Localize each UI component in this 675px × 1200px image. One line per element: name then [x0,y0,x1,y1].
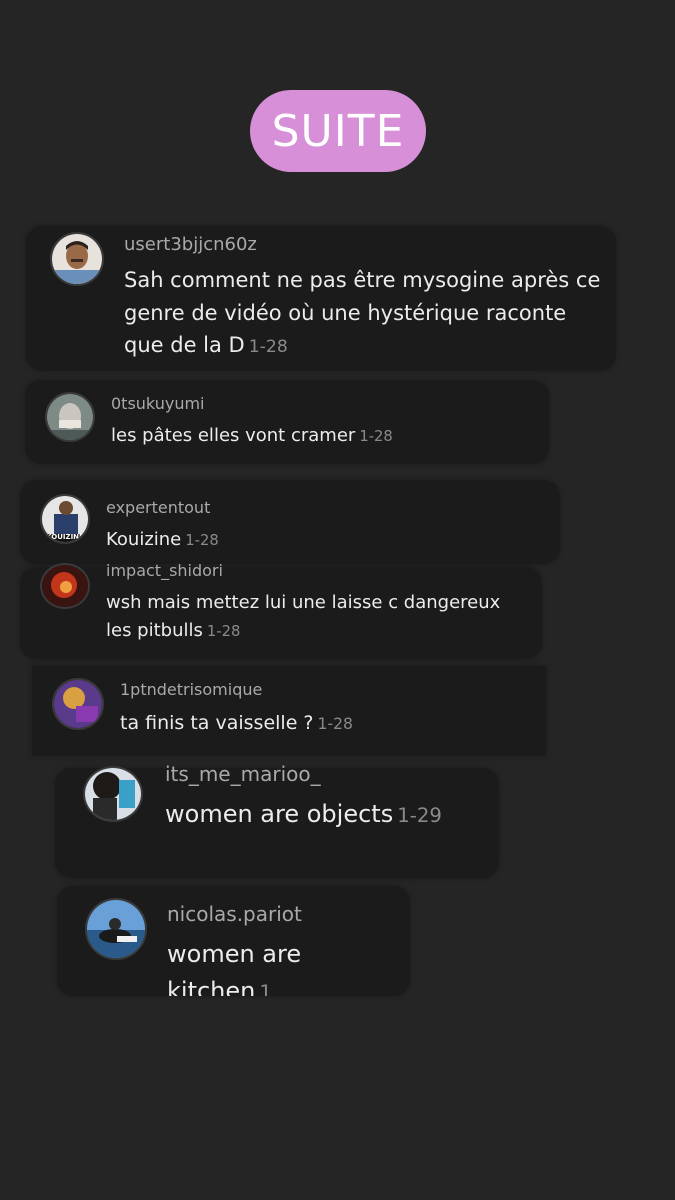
comment-card: KOUIZINE expertentout Kouizine 1-28 [20,480,560,564]
comment-text: ta finis ta vaisselle ? 1-28 [120,709,353,738]
avatar[interactable]: KOUIZINE [40,494,90,544]
comment-line: que de la D [124,333,245,358]
comment-line: wsh mais mettez lui une laisse c dangere… [106,592,501,613]
comment-timestamp: 1-28 [359,428,393,445]
comment-text: women are kitchen 1 [167,936,410,996]
avatar[interactable] [45,392,95,442]
comment-text: Sah comment ne pas être mysogine après c… [124,264,600,362]
comment-text: women are objects 1-29 [165,796,442,833]
comment-line: genre de vidéo où une hystérique raconte [124,300,567,325]
avatar[interactable] [85,898,147,960]
comment-line: women are objects [165,800,394,828]
comment-username[interactable]: nicolas.pariot [167,902,302,926]
comment-timestamp: 1 [259,981,272,996]
comment-line: les pitbulls [106,619,203,641]
comment-card: its_me_marioo_ women are objects 1-29 [55,762,499,878]
comment-username[interactable]: impact_shidori [106,561,223,580]
comment-line: Sah comment ne pas être mysogine après c… [124,268,601,292]
comment-timestamp: 1-28 [317,715,353,733]
comment-username[interactable]: expertentout [106,498,210,517]
avatar[interactable] [83,766,143,822]
comment-username[interactable]: 0tsukuyumi [111,394,204,413]
comment-username[interactable]: its_me_marioo_ [165,762,321,786]
comment-timestamp: 1-29 [397,804,442,827]
comment-timestamp: 1-28 [185,532,219,549]
comment-line: les pâtes elles vont cramer [111,425,356,446]
avatar[interactable] [40,563,90,609]
comment-text: wsh mais mettez lui une laisse c dangere… [106,589,500,645]
comment-card: usert3bjjcn60z Sah comment ne pas être m… [26,226,616,371]
comment-card: 1ptndetrisomique ta finis ta vaisselle ?… [32,666,546,756]
avatar[interactable] [52,678,104,730]
avatar[interactable] [50,232,104,286]
comment-username[interactable]: usert3bjjcn60z [124,234,257,255]
comment-timestamp: 1-28 [248,337,288,358]
comment-timestamp: 1-28 [206,622,241,640]
comment-card: 0tsukuyumi les pâtes elles vont cramer 1-… [25,380,549,464]
comment-card: nicolas.pariot women are kitchen 1 [57,886,410,996]
comment-text: Kouizine 1-28 [106,526,219,554]
comment-username[interactable]: 1ptndetrisomique [120,680,262,699]
comment-line: ta finis ta vaisselle ? [120,712,314,734]
comment-card: impact_shidori wsh mais mettez lui une l… [20,561,542,659]
comment-line: Kouizine [106,529,182,550]
suite-button[interactable]: SUITE [250,90,426,172]
comment-text: les pâtes elles vont cramer 1-28 [111,422,393,450]
avatar-caption: KOUIZINE [46,533,84,541]
comment-line: women are kitchen [167,940,302,996]
